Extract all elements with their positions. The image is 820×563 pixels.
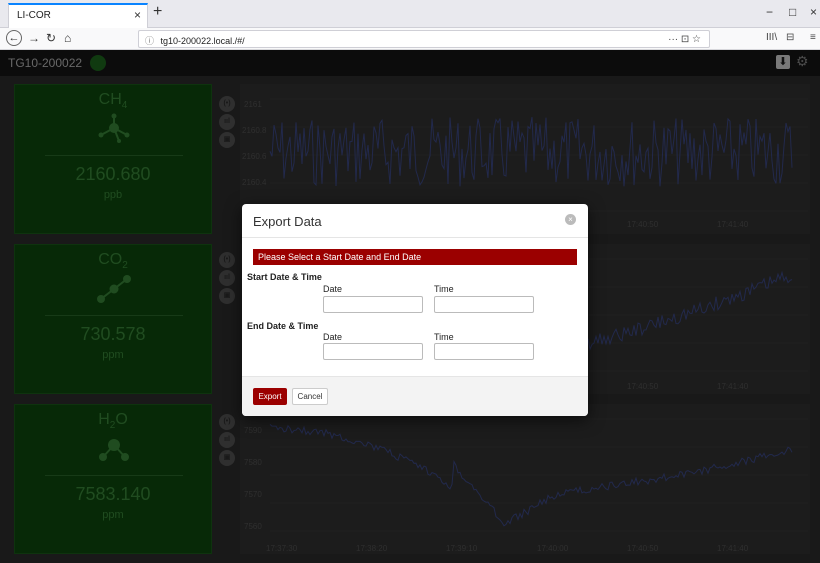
end-time-input[interactable] — [434, 343, 534, 360]
minimize-icon[interactable]: − — [766, 5, 773, 19]
start-time-label: Time — [434, 284, 454, 294]
h2o-chart: 7590 7580 7570 7560 17:37:30 17:38:20 17… — [240, 404, 810, 554]
window-close-icon[interactable]: × — [810, 5, 817, 19]
live-icon[interactable]: (•) — [219, 96, 235, 112]
start-date-input[interactable] — [323, 296, 423, 313]
gas-name: H2O — [98, 411, 128, 432]
app-header: TG10-200022 ⬇ ⚙ — [0, 50, 820, 76]
url-bar[interactable]: ⓘ tg10-200022.local./#/ ··· ⊡ ☆ — [138, 30, 710, 48]
reload-icon[interactable]: ↻ — [46, 31, 56, 45]
live-icon[interactable]: (•) — [219, 414, 235, 430]
end-date-input[interactable] — [323, 343, 423, 360]
gas-unit: ppm — [102, 349, 124, 361]
log-icon[interactable]: ▣ — [219, 450, 235, 466]
home-icon[interactable]: ⌂ — [64, 31, 71, 45]
tab-title: LI-COR — [17, 10, 51, 21]
gas-unit: ppm — [102, 509, 124, 521]
device-title: TG10-200022 — [8, 56, 83, 70]
page-actions-icon[interactable]: ··· ⊡ ☆ — [668, 34, 701, 45]
menu-icon[interactable]: ≡ — [810, 32, 816, 43]
live-icon[interactable]: (•) — [219, 252, 235, 268]
gas-unit: ppb — [103, 189, 123, 201]
export-data-modal: Export Data × Please Select a Start Date… — [242, 204, 588, 416]
validation-alert: Please Select a Start Date and End Date — [253, 249, 577, 265]
maximize-icon[interactable]: □ — [789, 5, 796, 19]
ch4-molecule-icon — [98, 113, 130, 143]
stats-icon[interactable]: ııl — [219, 270, 235, 286]
start-label: Start Date & Time — [247, 272, 322, 282]
browser-navbar: ← → ↻ ⌂ ⓘ tg10-200022.local./#/ ··· ⊡ ☆ … — [0, 28, 820, 50]
browser-tab[interactable]: LI-COR × — [8, 3, 148, 28]
download-icon[interactable]: ⬇ — [776, 55, 790, 69]
gas-value: 7583.140 — [75, 484, 151, 504]
forward-icon[interactable]: → — [28, 31, 40, 45]
co2-molecule-icon — [97, 275, 131, 303]
stats-icon[interactable]: ııl — [219, 432, 235, 448]
modal-close-icon[interactable]: × — [565, 214, 576, 225]
start-time-input[interactable] — [434, 296, 534, 313]
gas-card-ch4: CH4 2160.680 ppb — [14, 84, 212, 234]
gas-name: CH4 — [98, 91, 128, 112]
gas-card-co2: CO2 730.578 ppm — [14, 244, 212, 394]
export-button[interactable]: Export — [253, 388, 287, 405]
log-icon[interactable]: ▣ — [219, 288, 235, 304]
end-label: End Date & Time — [247, 321, 319, 331]
url-text: tg10-200022.local./#/ — [160, 36, 245, 46]
end-time-label: Time — [434, 332, 454, 342]
sidebar-toggle-icon[interactable]: ⊟ — [786, 32, 794, 43]
tab-close-icon[interactable]: × — [134, 8, 141, 22]
end-date-label: Date — [323, 332, 343, 342]
start-date-label: Date — [323, 284, 343, 294]
library-icon[interactable]: III\ — [766, 32, 777, 43]
log-icon[interactable]: ▣ — [219, 132, 235, 148]
gas-name: CO2 — [98, 251, 128, 272]
modal-title: Export Data — [253, 214, 322, 229]
settings-icon[interactable]: ⚙ — [796, 53, 809, 70]
modal-header: Export Data × — [242, 204, 588, 238]
status-indicator — [90, 55, 106, 71]
h2o-molecule-icon — [99, 439, 129, 461]
gas-value: 730.578 — [80, 324, 146, 344]
back-icon[interactable]: ← — [6, 30, 22, 46]
gas-value: 2160.680 — [75, 164, 151, 184]
stats-icon[interactable]: ııl — [219, 114, 235, 130]
cancel-button[interactable]: Cancel — [292, 388, 328, 405]
modal-footer: Export Cancel — [242, 376, 588, 416]
h2o-plot — [269, 418, 808, 532]
gas-card-h2o: H2O 7583.140 ppm — [14, 404, 212, 554]
new-tab-button[interactable]: + — [153, 3, 162, 21]
info-icon[interactable]: ⓘ — [145, 36, 154, 46]
browser-tabbar: LI-COR × + − □ × — [0, 0, 820, 28]
